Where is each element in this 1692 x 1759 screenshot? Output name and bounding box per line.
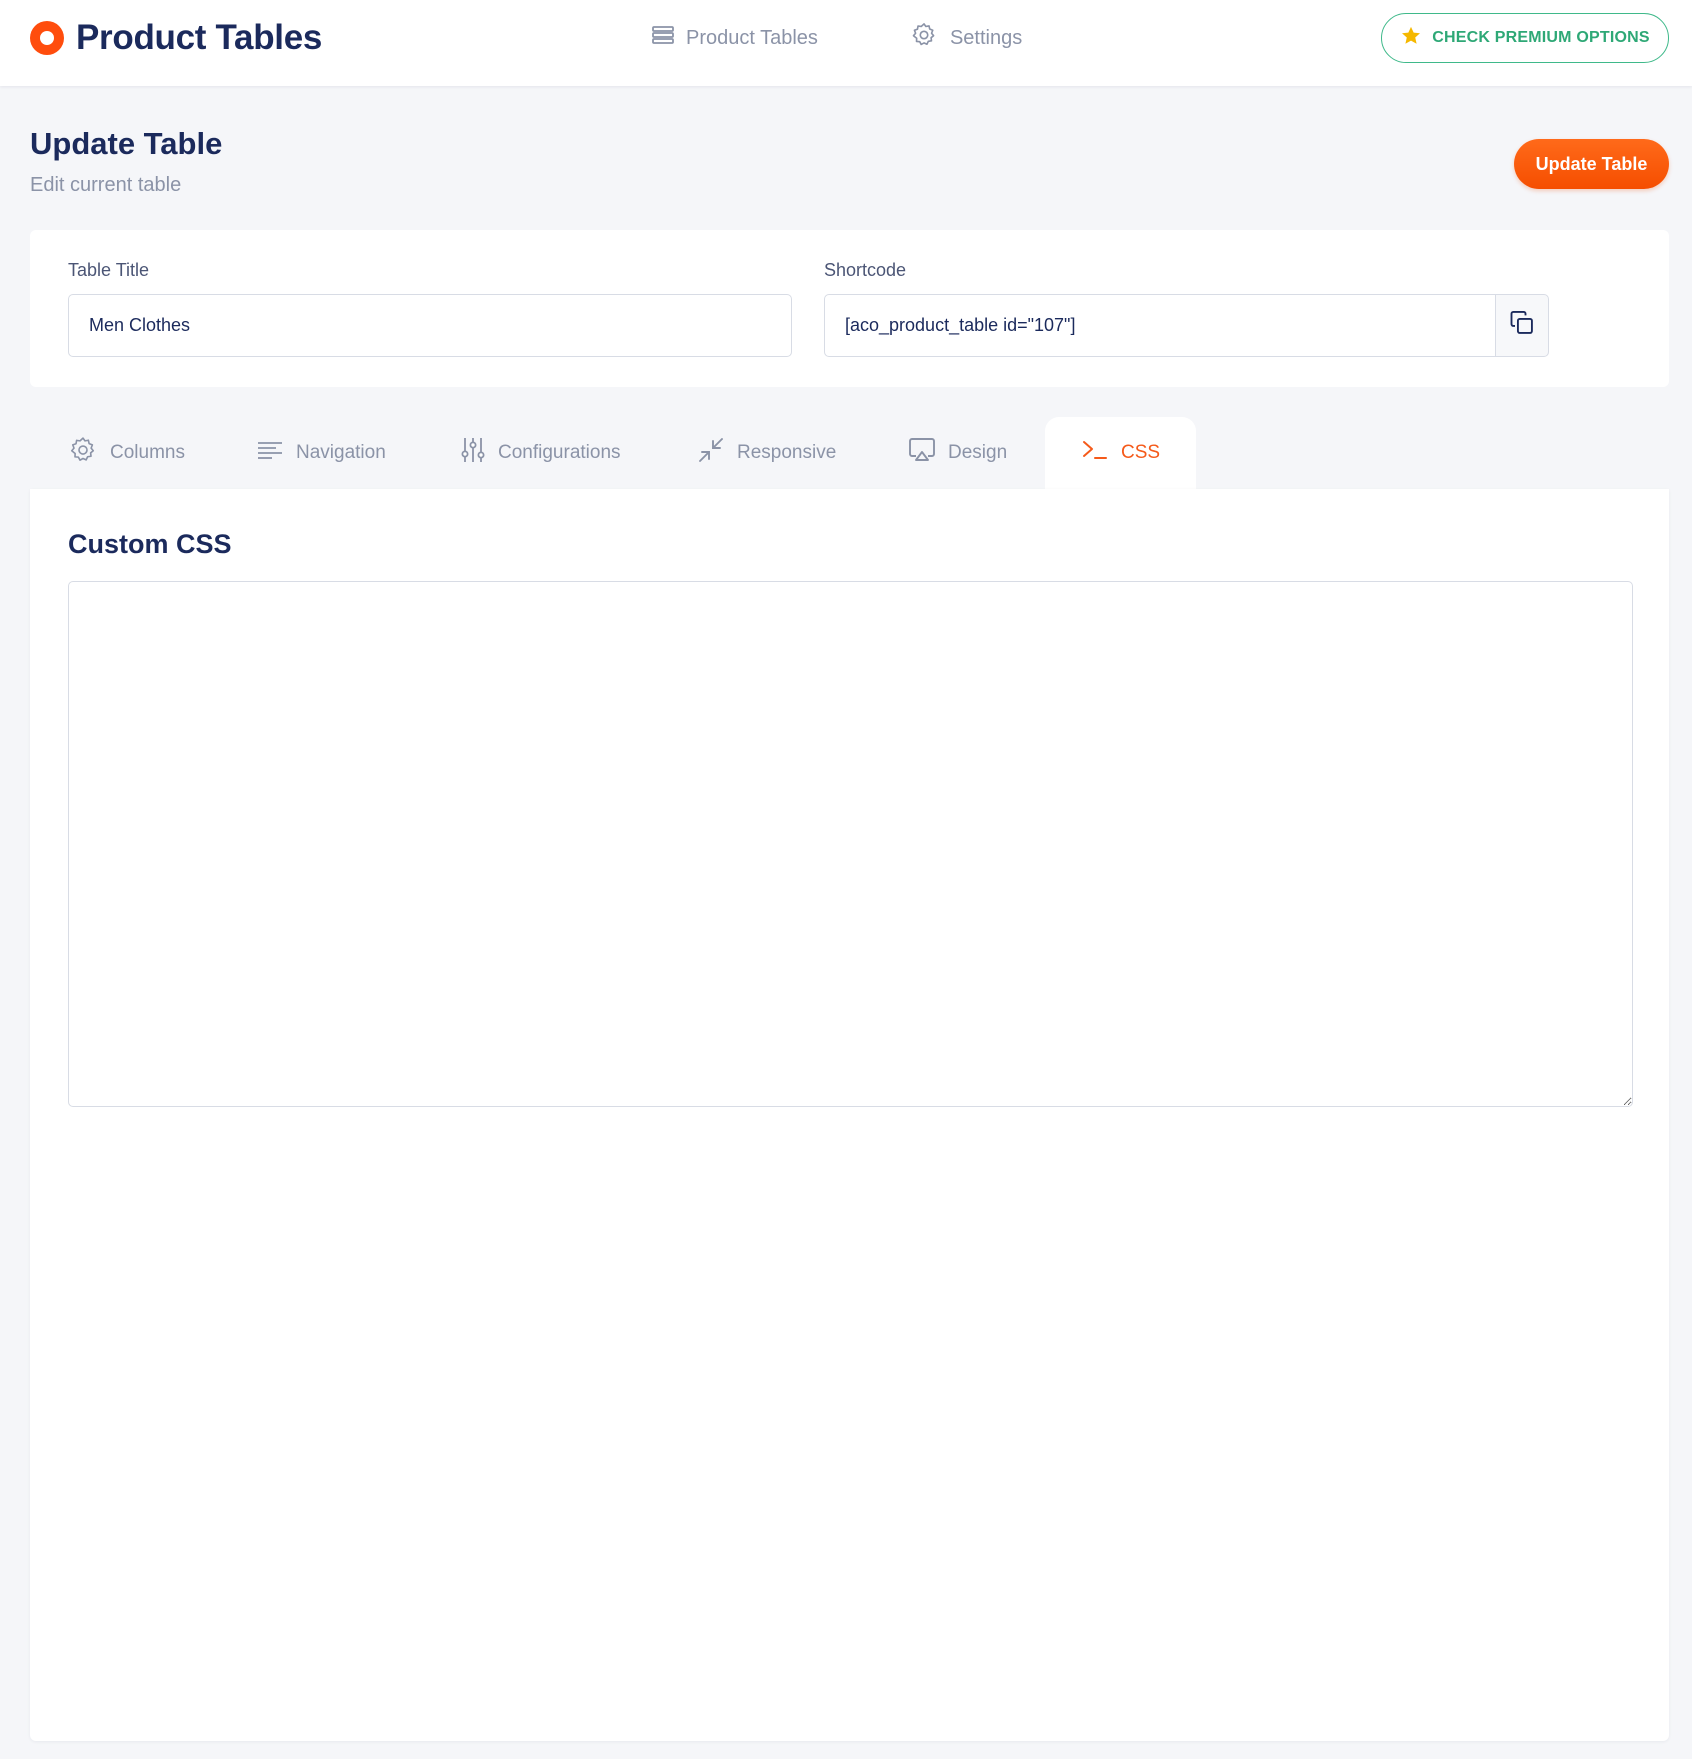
copy-shortcode-button[interactable] bbox=[1495, 294, 1549, 357]
shortcode-input[interactable]: [aco_product_table id="107"] bbox=[824, 294, 1496, 357]
copy-icon bbox=[1508, 309, 1536, 342]
settings-tabs: Columns Navigation Configurations Respon… bbox=[30, 417, 1669, 489]
tab-label: Navigation bbox=[296, 442, 386, 463]
star-icon bbox=[1400, 25, 1432, 52]
tab-configurations[interactable]: Configurations bbox=[460, 417, 621, 489]
table-title-label: Table Title bbox=[68, 260, 150, 280]
compress-icon bbox=[697, 436, 737, 470]
tab-responsive[interactable]: Responsive bbox=[697, 417, 836, 489]
table-info-card: Table Title Men Clothes Shortcode [aco_p… bbox=[30, 230, 1669, 387]
custom-css-title: Custom CSS bbox=[68, 529, 232, 559]
brand-logo-icon bbox=[30, 21, 64, 55]
top-bar: Product Tables Product Tables Settings C… bbox=[0, 0, 1692, 86]
gear-icon bbox=[68, 435, 110, 471]
tab-label: Responsive bbox=[737, 442, 837, 463]
tab-label: Columns bbox=[110, 442, 185, 463]
tab-label: Design bbox=[948, 442, 1008, 463]
tab-navigation[interactable]: Navigation bbox=[256, 417, 386, 489]
tab-css[interactable]: CSS bbox=[1045, 417, 1197, 489]
table-title-input[interactable]: Men Clothes bbox=[68, 294, 792, 357]
topnav-item-label: Product Tables bbox=[686, 26, 818, 49]
page-title: Update Table bbox=[30, 126, 223, 161]
tab-label: CSS bbox=[1121, 442, 1161, 463]
tab-label: Configurations bbox=[498, 442, 621, 463]
lines-icon bbox=[256, 439, 296, 467]
premium-button-label: CHECK PREMIUM OPTIONS bbox=[1432, 29, 1650, 46]
shortcode-label: Shortcode bbox=[824, 260, 907, 280]
list-icon bbox=[652, 25, 686, 51]
tab-columns[interactable]: Columns bbox=[68, 417, 185, 489]
update-table-button[interactable]: Update Table bbox=[1514, 139, 1669, 189]
monitor-icon bbox=[908, 437, 948, 469]
css-panel: Custom CSS bbox=[30, 489, 1669, 1741]
topnav-item-settings[interactable]: Settings bbox=[910, 21, 1022, 55]
terminal-icon bbox=[1081, 438, 1121, 468]
page-subtitle: Edit current table bbox=[30, 174, 182, 196]
custom-css-textarea[interactable] bbox=[68, 581, 1633, 1107]
check-premium-options-button[interactable]: CHECK PREMIUM OPTIONS bbox=[1381, 13, 1669, 63]
gear-icon bbox=[910, 21, 950, 55]
sliders-icon bbox=[460, 436, 498, 470]
brand-name: Product Tables bbox=[76, 18, 323, 57]
topnav-item-product-tables[interactable]: Product Tables bbox=[652, 25, 818, 51]
topnav-item-label: Settings bbox=[949, 26, 1023, 49]
tab-design[interactable]: Design bbox=[908, 417, 1007, 489]
brand[interactable]: Product Tables bbox=[30, 18, 322, 58]
top-nav: Product Tables Settings bbox=[652, 20, 1114, 56]
